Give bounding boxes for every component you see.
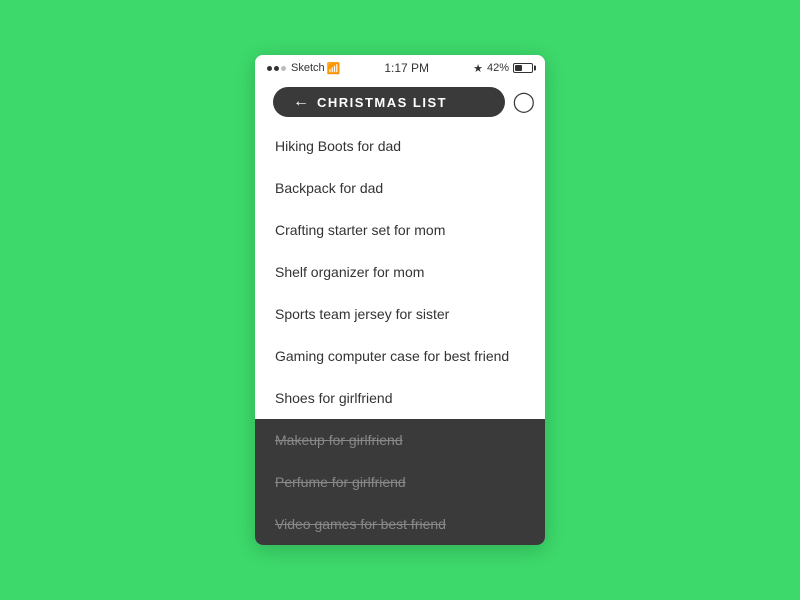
nav-bar: ← CHRISTMAS LIST ◯ xyxy=(255,79,545,125)
list-item[interactable]: Gaming computer case for best friend xyxy=(255,335,545,377)
bluetooth-icon: ★ xyxy=(473,62,483,75)
completed-list: Makeup for girlfriend Perfume for girlfr… xyxy=(255,419,545,545)
status-time: 1:17 PM xyxy=(384,61,429,75)
nav-title: CHRISTMAS LIST xyxy=(317,95,447,110)
signal-dot-1 xyxy=(267,66,272,71)
list-item[interactable]: Shelf organizer for mom xyxy=(255,251,545,293)
list-item[interactable]: Shoes for girlfriend xyxy=(255,377,545,419)
carrier-name: Sketch xyxy=(291,62,325,74)
active-list: Hiking Boots for dad Backpack for dad Cr… xyxy=(255,125,545,419)
carrier-info: Sketch 📶 xyxy=(267,62,340,75)
phone-frame: Sketch 📶 1:17 PM ★ 42% ← CHRISTMAS LIST … xyxy=(255,55,545,545)
clock-button[interactable]: ◯ xyxy=(513,92,535,112)
nav-title-pill: ← CHRISTMAS LIST xyxy=(273,87,505,117)
battery-percent: 42% xyxy=(487,62,509,74)
completed-list-item[interactable]: Video games for best friend xyxy=(255,503,545,545)
wifi-icon: 📶 xyxy=(327,62,341,75)
back-button[interactable]: ← xyxy=(293,93,309,111)
completed-list-item[interactable]: Makeup for girlfriend xyxy=(255,419,545,461)
status-right: ★ 42% xyxy=(473,62,533,75)
list-item[interactable]: Crafting starter set for mom xyxy=(255,209,545,251)
signal-dot-2 xyxy=(274,66,279,71)
status-bar: Sketch 📶 1:17 PM ★ 42% xyxy=(255,55,545,79)
list-item[interactable]: Sports team jersey for sister xyxy=(255,293,545,335)
battery-icon xyxy=(513,63,533,73)
completed-list-item[interactable]: Perfume for girlfriend xyxy=(255,461,545,503)
list-item[interactable]: Backpack for dad xyxy=(255,167,545,209)
signal-dot-3 xyxy=(281,66,286,71)
list-item[interactable]: Hiking Boots for dad xyxy=(255,125,545,167)
battery-fill xyxy=(515,65,522,71)
